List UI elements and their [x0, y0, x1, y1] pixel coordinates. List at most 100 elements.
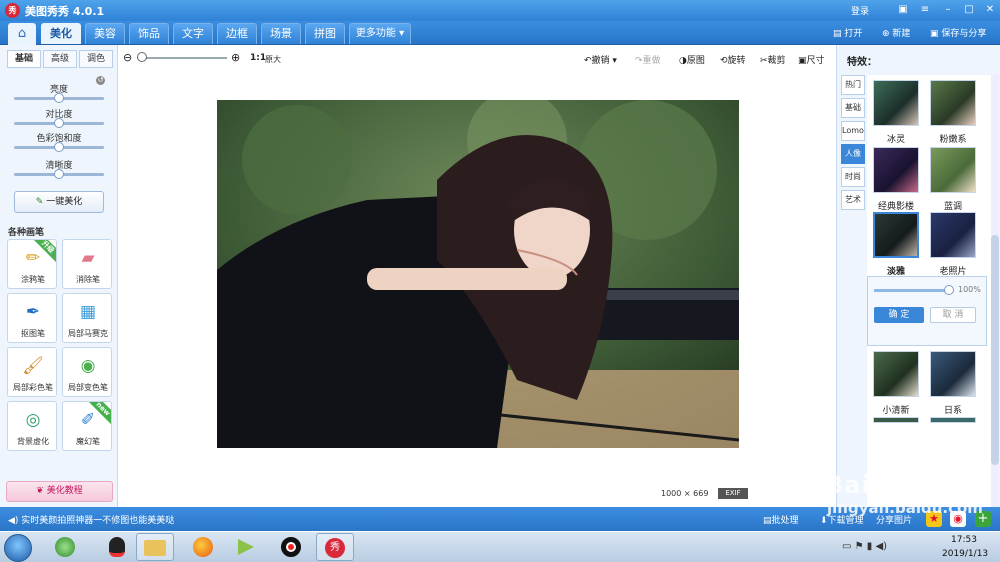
recolor-brush-button[interactable]: ◉ 局部变色笔	[62, 347, 112, 397]
original-size-button[interactable]: 原大	[265, 54, 281, 65]
brightness-slider[interactable]	[14, 93, 104, 103]
home-icon[interactable]: ⌂	[8, 23, 36, 45]
tab-beautify[interactable]: 美化	[41, 23, 81, 44]
tray-icons[interactable]: ▭ ⚑ ▮ ◀)	[842, 541, 887, 552]
weibo-icon[interactable]: ◉	[950, 511, 966, 527]
original-image-button[interactable]: ◑原图	[679, 53, 705, 66]
exif-button[interactable]: EXIF	[718, 488, 748, 499]
background-blur-button[interactable]: ◎ 背景虚化	[7, 401, 57, 451]
saturation-slider[interactable]	[14, 142, 104, 152]
image-canvas: 1000 × 669 EXIF	[119, 71, 836, 507]
promo-link[interactable]: ◀) 实时美颜拍照神器一不修图也能美美哒	[8, 513, 174, 526]
effect-thumb-blue[interactable]	[930, 147, 976, 193]
effect-thumb-japanese[interactable]	[930, 351, 976, 397]
firefox-icon[interactable]	[184, 533, 222, 561]
intensity-slider[interactable]	[874, 289, 950, 292]
browser-360-icon[interactable]	[46, 533, 84, 561]
effect-thumb-pink[interactable]	[930, 80, 976, 126]
slider-knob[interactable]	[54, 118, 64, 128]
zoom-slider[interactable]	[137, 57, 227, 59]
clock-time[interactable]: 17:53	[951, 535, 977, 545]
blur-icon: ◎	[25, 410, 41, 430]
download-manager-button[interactable]: ⬇下载管理	[820, 513, 864, 526]
cutout-brush-button[interactable]: ✒ 抠图笔	[7, 293, 57, 343]
category-lomo[interactable]: Lomo	[841, 121, 865, 141]
tab-accessories[interactable]: 饰品	[129, 23, 169, 44]
slider-knob[interactable]	[54, 169, 64, 179]
effect-thumb-classic[interactable]	[873, 147, 919, 193]
share-image-button[interactable]: 分享图片	[876, 513, 912, 526]
batch-button[interactable]: ▤批处理	[763, 513, 799, 526]
meitu-taskbar-icon[interactable]: 秀	[316, 533, 354, 561]
close-button[interactable]: ✕	[983, 3, 997, 17]
mosaic-brush-button[interactable]: ▦ 局部马赛克	[62, 293, 112, 343]
color-brush-button[interactable]: 🖌 局部彩色笔	[7, 347, 57, 397]
magic-brush-button[interactable]: ✐ 魔幻笔 new	[62, 401, 112, 451]
new-button[interactable]: ⊕ 新建	[882, 26, 910, 39]
more-features-menu[interactable]: 更多功能 ▾	[349, 23, 411, 44]
slider-knob[interactable]	[54, 142, 64, 152]
open-button[interactable]: ▤ 打开	[833, 26, 862, 39]
effect-thumb-old-photo[interactable]	[930, 212, 976, 258]
rotate-button[interactable]: ⟲旋转	[720, 53, 746, 66]
tab-text[interactable]: 文字	[173, 23, 213, 44]
intensity-slider-knob[interactable]	[944, 285, 954, 295]
category-portrait[interactable]: 人像	[841, 144, 865, 164]
app-title: 美图秀秀 4.0.1	[25, 5, 105, 18]
resize-button[interactable]: ▣尺寸	[798, 53, 825, 66]
effects-scrollbar[interactable]	[991, 75, 999, 507]
file-explorer-icon[interactable]	[136, 533, 174, 561]
beautify-tutorial-button[interactable]: ❦ 美化教程	[6, 481, 113, 502]
tab-collage[interactable]: 拼图	[305, 23, 345, 44]
one-key-beautify-button[interactable]: ✎ 一键美化	[14, 191, 104, 213]
subtab-color[interactable]: 调色	[79, 50, 113, 68]
effect-thumb-partial[interactable]	[873, 417, 919, 423]
subtab-basic[interactable]: 基础	[7, 50, 41, 68]
tab-scenes[interactable]: 场景	[261, 23, 301, 44]
slider-knob[interactable]	[54, 93, 64, 103]
scrollbar-thumb[interactable]	[991, 235, 999, 465]
edited-photo[interactable]	[217, 100, 739, 448]
plus-icon[interactable]: +	[975, 511, 991, 527]
menu-icon[interactable]: ≡	[918, 3, 932, 17]
vip-icon[interactable]: ★	[926, 511, 942, 527]
qq-icon[interactable]	[98, 533, 136, 561]
tab-beauty[interactable]: 美容	[85, 23, 125, 44]
save-icon: ▣	[930, 29, 942, 39]
screen-recorder-icon[interactable]	[272, 533, 310, 561]
windows-taskbar: 秀 ▭ ⚑ ▮ ◀) 17:53 2019/1/13	[0, 531, 1000, 562]
login-link[interactable]: 登录	[851, 4, 869, 17]
zoom-slider-knob[interactable]	[137, 52, 147, 62]
effect-thumb-ice[interactable]	[873, 80, 919, 126]
tab-frames[interactable]: 边框	[217, 23, 257, 44]
ratio-button[interactable]: 1:1	[250, 53, 266, 63]
contrast-slider[interactable]	[14, 118, 104, 128]
sharpness-slider[interactable]	[14, 169, 104, 179]
category-hot[interactable]: 热门	[841, 75, 865, 95]
redo-button[interactable]: ↷重做	[635, 53, 661, 66]
zoom-in-icon[interactable]: ⊕	[231, 51, 240, 64]
graffiti-brush-button[interactable]: ✏ 涂鸦笔 升级	[7, 239, 57, 289]
effect-thumb-fresh[interactable]	[873, 351, 919, 397]
chevron-down-icon: ▾	[609, 56, 617, 66]
effect-thumb-partial[interactable]	[930, 417, 976, 423]
undo-button[interactable]: ↶撤销 ▾	[584, 53, 617, 66]
effect-thumb-elegant[interactable]	[873, 212, 919, 258]
cancel-button[interactable]: 取 消	[930, 307, 976, 323]
media-player-icon[interactable]	[227, 533, 265, 561]
eraser-brush-button[interactable]: ▰ 消除笔	[62, 239, 112, 289]
crop-button[interactable]: ✂裁剪	[760, 53, 786, 66]
message-icon[interactable]: ▣	[896, 3, 910, 17]
category-art[interactable]: 艺术	[841, 190, 865, 210]
zoom-out-icon[interactable]: ⊖	[123, 51, 132, 64]
start-button[interactable]	[4, 534, 32, 562]
save-share-button[interactable]: ▣ 保存与分享	[930, 26, 986, 39]
subtab-advanced[interactable]: 高级	[43, 50, 77, 68]
confirm-button[interactable]: 确 定	[874, 307, 924, 323]
category-basic[interactable]: 基础	[841, 98, 865, 118]
brush-label: 抠图笔	[21, 329, 45, 338]
maximize-button[interactable]: □	[962, 3, 976, 17]
clock-date[interactable]: 2019/1/13	[942, 549, 988, 559]
category-fashion[interactable]: 时尚	[841, 167, 865, 187]
minimize-button[interactable]: –	[941, 3, 955, 17]
